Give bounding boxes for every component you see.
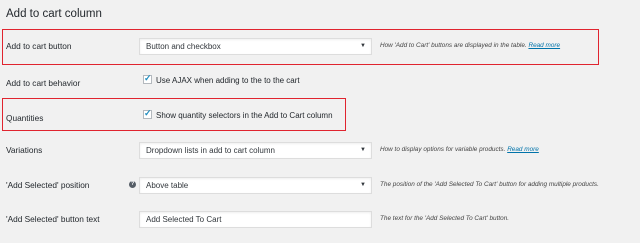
- description-add-selected-position: The position of the 'Add Selected To Car…: [380, 181, 599, 188]
- check-icon: ✓: [144, 73, 152, 84]
- section-title: Add to cart column: [6, 8, 102, 20]
- label-quantities: Quantities: [6, 113, 44, 123]
- quantities-checkbox[interactable]: ✓: [143, 108, 152, 120]
- description-text: How to display options for variable prod…: [380, 146, 506, 153]
- description-variations: How to display options for variable prod…: [380, 146, 539, 153]
- label-add-to-cart-behavior: Add to cart behavior: [6, 78, 81, 88]
- description-add-selected-button-text: The text for the 'Add Selected To Cart' …: [380, 215, 509, 222]
- select-value: Above table: [146, 181, 189, 190]
- select-value: Dropdown lists in add to cart column: [146, 146, 275, 155]
- chevron-down-icon: ▼: [360, 147, 366, 153]
- ajax-checkbox-field[interactable]: ✓ Use AJAX when adding to the to the car…: [143, 73, 300, 85]
- add-selected-position-select[interactable]: Above table ▼: [139, 177, 372, 194]
- label-variations: Variations: [6, 145, 43, 155]
- description-text: The text for the 'Add Selected To Cart' …: [380, 215, 510, 222]
- select-value: Button and checkbox: [146, 42, 221, 51]
- label-add-selected-button-text: 'Add Selected' button text: [6, 214, 100, 224]
- description-text: How 'Add to Cart' buttons are displayed …: [380, 42, 527, 49]
- chevron-down-icon: ▼: [360, 43, 366, 49]
- read-more-link[interactable]: Read more: [507, 146, 539, 153]
- description-add-to-cart-button: How 'Add to Cart' buttons are displayed …: [380, 42, 560, 49]
- settings-page: Add to cart column Add to cart button Bu…: [0, 0, 640, 243]
- ajax-checkbox-label: Use AJAX when adding to the to the cart: [156, 76, 300, 85]
- help-icon[interactable]: ?: [129, 181, 136, 188]
- chevron-down-icon: ▼: [360, 182, 366, 188]
- read-more-link[interactable]: Read more: [528, 42, 560, 49]
- check-icon: ✓: [144, 108, 152, 119]
- add-selected-button-text-input[interactable]: Add Selected To Cart: [139, 211, 372, 228]
- label-add-selected-position: 'Add Selected' position: [6, 180, 90, 190]
- quantities-checkbox-label: Show quantity selectors in the Add to Ca…: [156, 111, 333, 120]
- description-text: The position of the 'Add Selected To Car…: [380, 181, 599, 188]
- quantities-checkbox-field[interactable]: ✓ Show quantity selectors in the Add to …: [143, 108, 333, 120]
- add-to-cart-button-select[interactable]: Button and checkbox ▼: [139, 38, 372, 55]
- variations-select[interactable]: Dropdown lists in add to cart column ▼: [139, 142, 372, 159]
- ajax-checkbox[interactable]: ✓: [143, 73, 152, 85]
- label-add-to-cart-button: Add to cart button: [6, 41, 72, 51]
